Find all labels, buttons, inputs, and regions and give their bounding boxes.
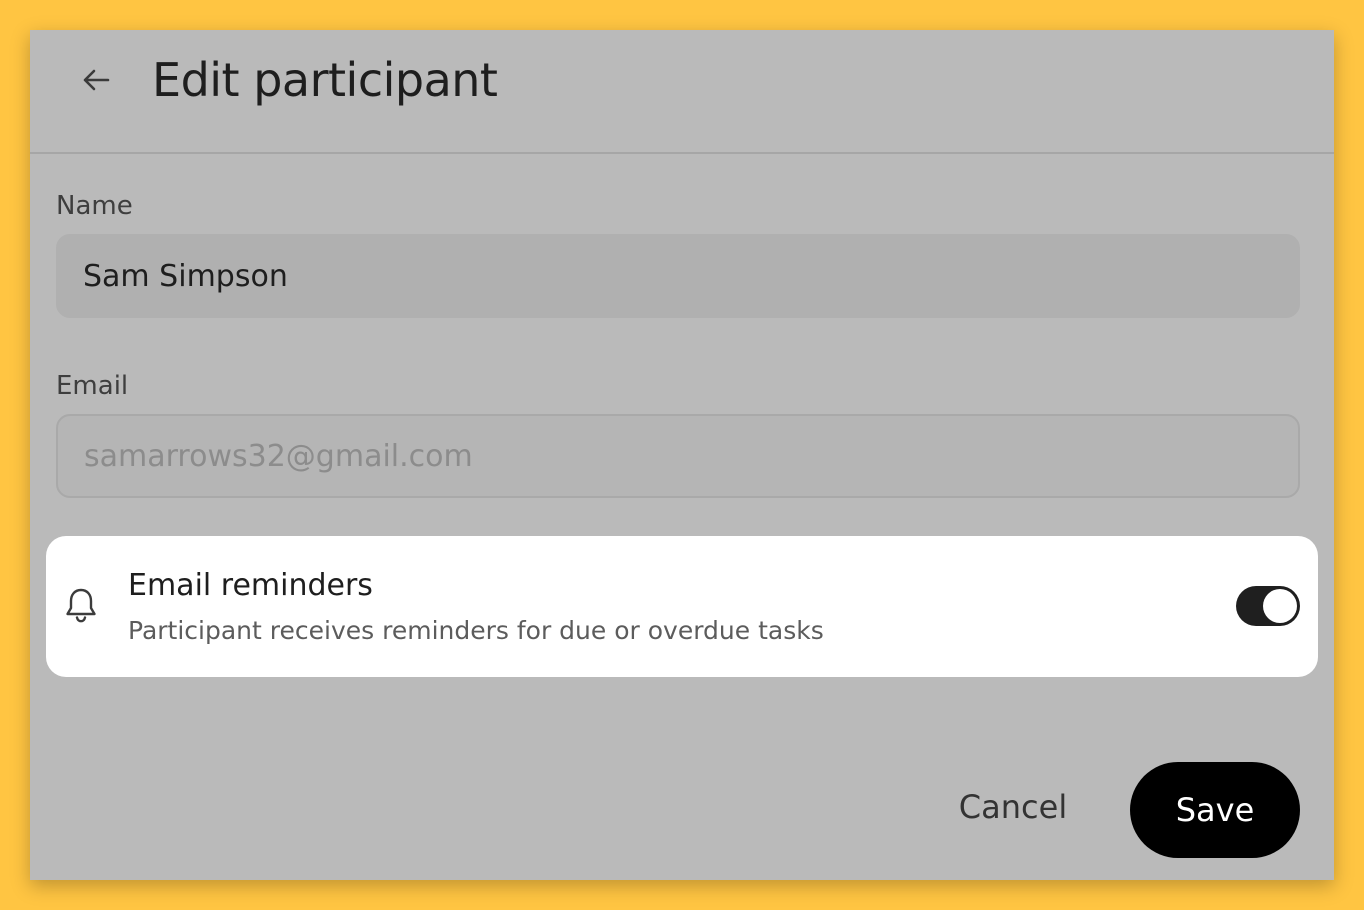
- bell-icon: [66, 588, 96, 623]
- name-input[interactable]: [56, 234, 1300, 318]
- email-reminders-toggle[interactable]: [1236, 586, 1300, 626]
- email-reminders-title: Email reminders: [128, 568, 373, 603]
- edit-participant-dialog: Edit participant Name Email Cancel Save: [30, 30, 1334, 880]
- arrow-left-icon: [83, 69, 110, 91]
- cancel-button[interactable]: Cancel: [959, 782, 1067, 832]
- email-reminders-description: Participant receives reminders for due o…: [128, 616, 824, 645]
- back-button[interactable]: [74, 58, 118, 102]
- page-title: Edit participant: [152, 53, 498, 107]
- save-button[interactable]: Save: [1130, 762, 1300, 858]
- name-label: Name: [56, 191, 133, 221]
- email-input[interactable]: [56, 414, 1300, 498]
- dialog-header: Edit participant: [30, 30, 1334, 154]
- email-reminders-card: Email reminders Participant receives rem…: [46, 536, 1318, 677]
- toggle-knob: [1263, 589, 1297, 623]
- email-label: Email: [56, 371, 129, 401]
